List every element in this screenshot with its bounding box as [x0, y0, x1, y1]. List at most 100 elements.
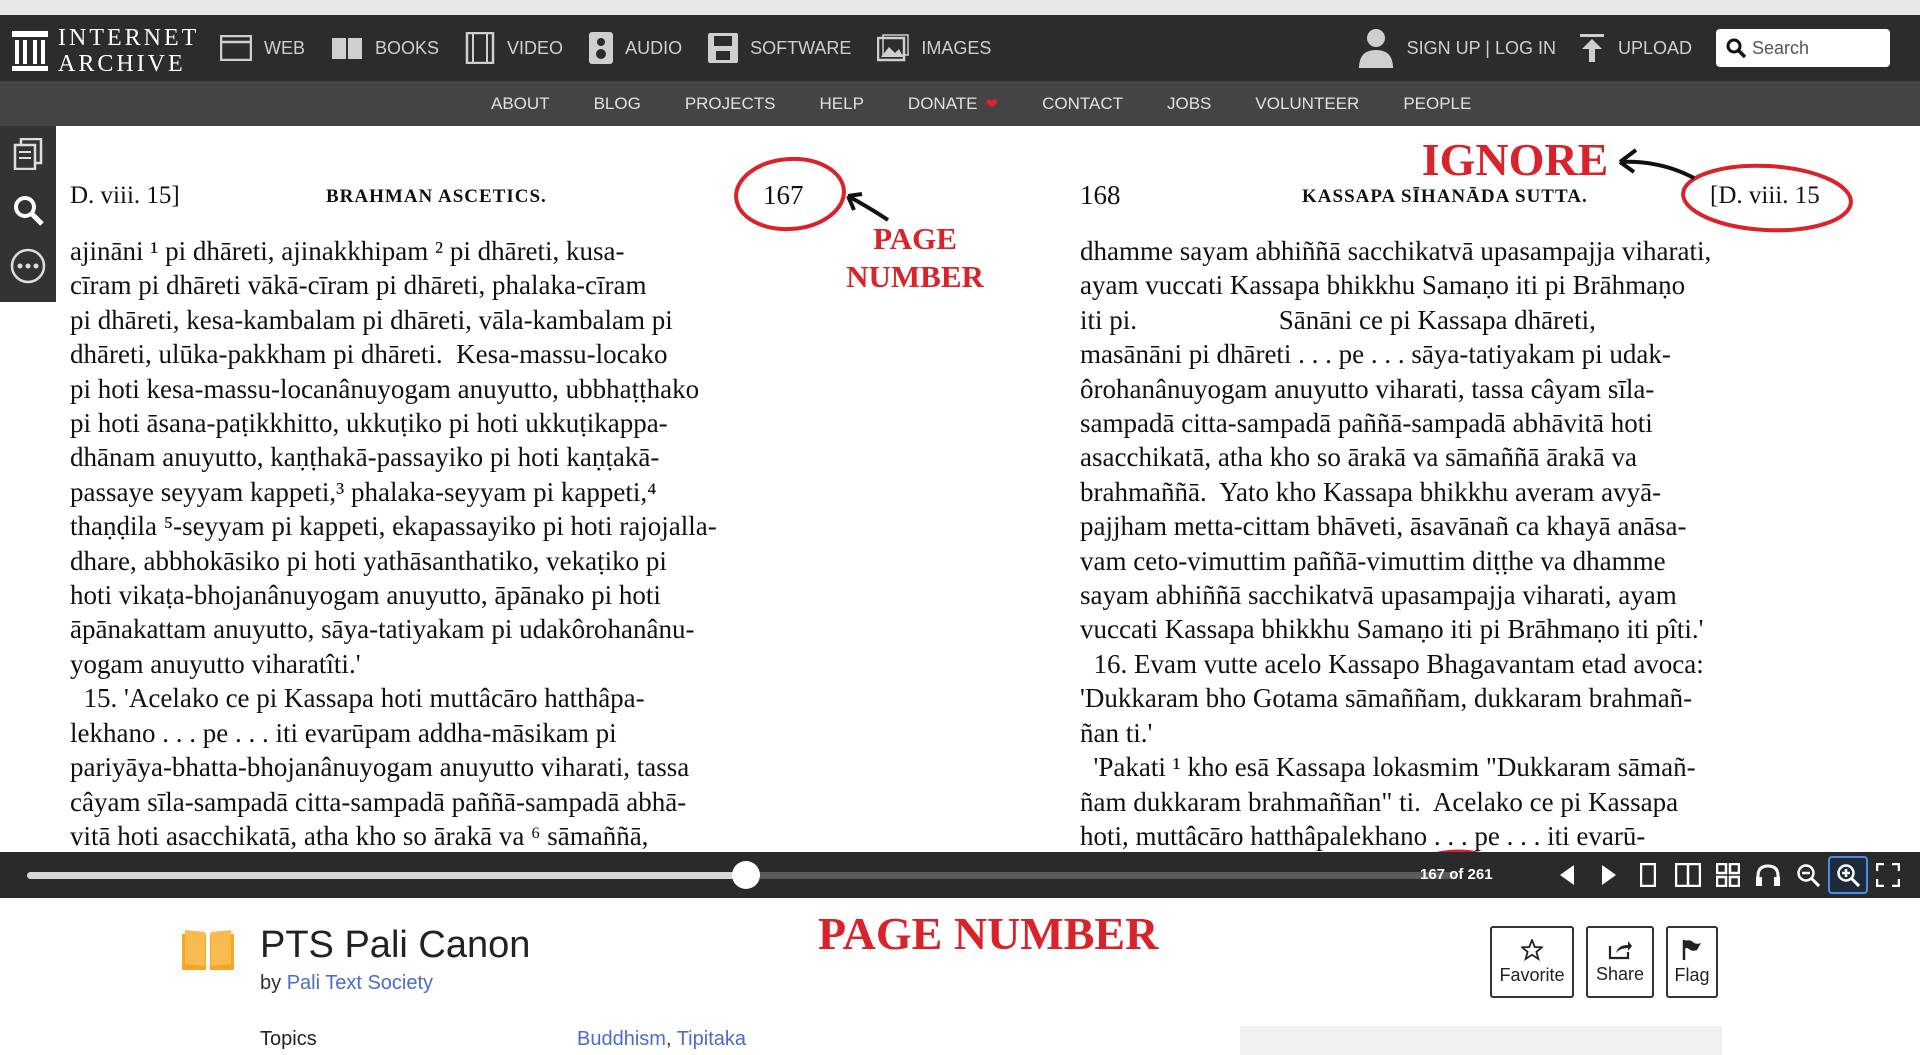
- author-link[interactable]: Pali Text Society: [287, 972, 433, 994]
- flag-label: Flag: [1674, 964, 1710, 985]
- more-tool[interactable]: [0, 238, 56, 294]
- zoom-out-icon: [1797, 864, 1820, 887]
- text-line: iti pi. Sānāni ce pi Kassapa dhāreti,: [1080, 304, 1596, 335]
- internet-archive-logo[interactable]: INTERNET ARCHIVE: [12, 25, 199, 77]
- flag-icon: [1682, 939, 1701, 960]
- topic-link-tipitaka[interactable]: Tipitaka: [677, 1028, 746, 1050]
- search-book-tool[interactable]: [0, 182, 56, 238]
- thumbnail-view-button[interactable]: [1708, 856, 1748, 894]
- nav-audio-label: AUDIO: [625, 37, 683, 58]
- zoom-in-button[interactable]: [1828, 856, 1868, 894]
- pages-tool[interactable]: [0, 126, 56, 182]
- two-page-view-button[interactable]: [1668, 856, 1708, 894]
- left-page-header: D. viii. 15] BRAHMAN ASCETICS. 167: [70, 180, 830, 212]
- secondary-nav: ABOUT BLOG PROJECTS HELP DONATE ❤ CONTACT…: [0, 81, 1920, 126]
- page-slider[interactable]: [27, 861, 1457, 889]
- text-line: sampadā citta-sampadā paññā-sampadā abhā…: [1080, 408, 1653, 439]
- heart-icon: ❤: [985, 95, 999, 113]
- nav-web-label: WEB: [264, 37, 306, 58]
- text-line: hoti, muttâcāro hatthâpalekhano . . . pe…: [1080, 820, 1646, 851]
- open-book-icon: [182, 930, 234, 970]
- page-slider-thumb[interactable]: [732, 861, 761, 889]
- nav-images[interactable]: IMAGES: [877, 34, 991, 62]
- text-line: 'Pakati ¹ kho esā Kassapa lokasmim "Dukk…: [1080, 752, 1696, 783]
- logo-line1: INTERNET: [58, 25, 200, 51]
- subnav-donate-label: DONATE: [907, 93, 978, 113]
- text-line: ôrohanânuyogam anuyutto viharati, tassa …: [1080, 373, 1655, 404]
- nav-books[interactable]: BOOKS: [331, 35, 439, 61]
- user-icon: [1358, 29, 1393, 68]
- subnav-help[interactable]: HELP: [820, 94, 864, 114]
- text-line: āpānakattam anuyutto, sāya-tatiyakam pi …: [70, 614, 695, 645]
- nav-video[interactable]: VIDEO: [465, 32, 563, 64]
- read-aloud-button[interactable]: [1748, 856, 1788, 894]
- headphones-icon: [1756, 864, 1780, 886]
- text-line: brahmaññā. Yato kho Kassapa bhikkhu aver…: [1080, 476, 1662, 507]
- nav-audio[interactable]: AUDIO: [589, 32, 682, 64]
- left-page-number: 167: [763, 180, 804, 210]
- page-counter: 167 of 261: [1420, 866, 1493, 883]
- text-line: ñan ti.': [1080, 717, 1153, 748]
- upload-label: UPLOAD: [1617, 37, 1692, 58]
- item-author-line: by Pali Text Society: [260, 972, 433, 995]
- subnav-contact[interactable]: CONTACT: [1042, 94, 1123, 114]
- search-box[interactable]: [1716, 29, 1890, 67]
- left-page: D. viii. 15] BRAHMAN ASCETICS. 167 ajinā…: [70, 126, 830, 852]
- topics-label: Topics: [260, 1028, 317, 1050]
- browser-top-strip: [0, 0, 1920, 15]
- subnav-people[interactable]: PEOPLE: [1403, 94, 1471, 114]
- topic-link-buddhism[interactable]: Buddhism: [577, 1028, 666, 1050]
- upload-icon: [1579, 34, 1604, 62]
- favorite-label: Favorite: [1499, 964, 1565, 985]
- right-page-number: 168: [1080, 180, 1121, 210]
- nav-web[interactable]: WEB: [220, 35, 305, 61]
- flag-button[interactable]: Flag: [1666, 926, 1718, 998]
- share-label: Share: [1595, 963, 1645, 984]
- right-page-text: dhamme sayam abhiññā sacchikatvā upasamp…: [1080, 234, 1888, 852]
- subnav-jobs[interactable]: JOBS: [1167, 94, 1211, 114]
- star-icon: [1521, 938, 1543, 961]
- more-options-icon: [10, 248, 46, 284]
- page-slider-fill: [27, 872, 747, 879]
- fullscreen-button[interactable]: [1868, 856, 1908, 894]
- archive-building-icon: [12, 31, 48, 71]
- zoom-in-icon: [1837, 864, 1860, 887]
- copy-pages-icon: [13, 138, 43, 170]
- subnav-about[interactable]: ABOUT: [491, 94, 550, 114]
- left-page-running-title: BRAHMAN ASCETICS.: [326, 186, 547, 207]
- annotation-ignore: IGNORE: [1421, 134, 1609, 185]
- text-line: ñam dukkaram brahmaññan" ti. Acelako ce …: [1080, 786, 1679, 817]
- next-page-button[interactable]: [1588, 856, 1628, 894]
- search-input[interactable]: [1752, 37, 1882, 59]
- nav-software[interactable]: SOFTWARE: [708, 33, 851, 63]
- favorite-button[interactable]: Favorite: [1490, 926, 1574, 998]
- text-line: pariyāya-bhatta-bhojanânuyogam anuyutto …: [70, 752, 690, 783]
- text-line: yogam anuyutto viharatîti.': [70, 648, 361, 679]
- nav-books-label: BOOKS: [375, 37, 440, 58]
- subnav-donate[interactable]: DONATE ❤: [908, 94, 998, 114]
- text-line: dhānam anuyutto, kaṇṭhakā-passayiko pi h…: [70, 442, 660, 473]
- signin-link[interactable]: SIGN UP | LOG IN: [1358, 28, 1556, 68]
- topics-list: Buddhism, Tipitaka: [577, 1028, 746, 1051]
- top-navigation: INTERNET ARCHIVE WEB BOOKS VIDEO AUDIO S…: [0, 15, 1920, 81]
- subnav-volunteer[interactable]: VOLUNTEER: [1255, 94, 1359, 114]
- by-label: by: [260, 972, 282, 994]
- text-line: vuccati Kassapa bhikkhu Samaṇo iti pi Br…: [1080, 614, 1704, 645]
- right-page-reference: [D. viii. 15: [1710, 182, 1820, 209]
- share-button[interactable]: Share: [1586, 926, 1654, 998]
- nav-video-label: VIDEO: [507, 37, 564, 58]
- right-page-running-title: KASSAPA SĪHANĀDA SUTTA.: [1302, 186, 1588, 207]
- upload-link[interactable]: UPLOAD: [1579, 34, 1692, 62]
- nav-images-label: IMAGES: [921, 37, 992, 58]
- one-page-view-button[interactable]: [1628, 856, 1668, 894]
- item-title: PTS Pali Canon: [260, 924, 531, 966]
- text-line: pi hoti āsana-paṭikkhitto, ukkuṭiko pi h…: [70, 408, 668, 439]
- fullscreen-icon: [1876, 863, 1900, 887]
- subnav-blog[interactable]: BLOG: [594, 94, 641, 114]
- reader-side-toolbar: [0, 126, 56, 302]
- previous-page-button[interactable]: [1548, 856, 1588, 894]
- text-line: dhāreti, ulūka-pakkham pi dhāreti. Kesa-…: [70, 339, 668, 370]
- subnav-projects[interactable]: PROJECTS: [685, 94, 776, 114]
- web-icon: [220, 35, 252, 61]
- zoom-out-button[interactable]: [1788, 856, 1828, 894]
